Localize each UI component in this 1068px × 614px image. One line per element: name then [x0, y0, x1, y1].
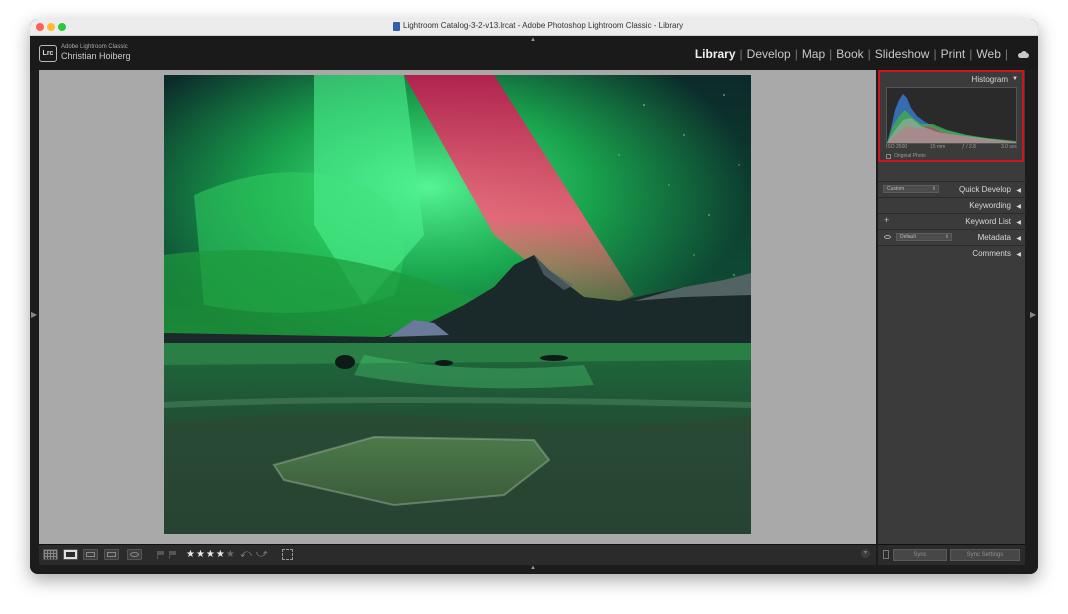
metadata-title: Metadata [977, 233, 1011, 242]
right-panel: Histogram ▼ ISO 2500 15 mm ƒ / 2.8 3.0 s… [878, 70, 1025, 544]
lrc-logo: Lrc [39, 45, 57, 62]
flag-reject-icon[interactable] [169, 551, 177, 559]
keyword-list-title: Keyword List [965, 217, 1011, 226]
sync-button[interactable]: Sync [893, 549, 947, 561]
module-print[interactable]: Print [941, 47, 966, 61]
compare-view-button[interactable] [83, 549, 98, 560]
module-separator: | [969, 47, 973, 61]
up-down-arrows-icon: ⇕ [944, 234, 949, 240]
zoom-window-button[interactable] [58, 23, 66, 31]
module-web[interactable]: Web [976, 47, 1000, 61]
histogram-shutter: 3.0 sec [1001, 144, 1018, 150]
auto-sync-switch[interactable] [883, 550, 889, 559]
aurora-photo-image [164, 75, 751, 534]
module-separator: | [1004, 47, 1008, 61]
add-keyword-icon[interactable]: + [884, 215, 889, 225]
survey-view-button[interactable] [104, 549, 119, 560]
module-separator: | [829, 47, 833, 61]
module-library[interactable]: Library [695, 47, 736, 61]
identity-user-name: Christian Hoiberg [61, 51, 131, 61]
module-book[interactable]: Book [836, 47, 863, 61]
histogram-panel: Histogram ▼ ISO 2500 15 mm ƒ / 2.8 3.0 s… [878, 70, 1024, 162]
rotate-left-icon[interactable]: ⤺ [240, 548, 252, 561]
rotate-right-icon[interactable]: ⤻ [256, 548, 268, 561]
catalog-document-icon [393, 22, 400, 31]
left-panel-edge: ▶ [30, 70, 39, 544]
comments-header[interactable]: Comments ◀ [878, 245, 1025, 261]
quick-develop-header[interactable]: Custom ⇕ Quick Develop ◀ [878, 181, 1025, 197]
histogram-focal-length: 15 mm [930, 144, 946, 150]
identity-plate-bar: ▲ Lrc Adobe Lightroom Classic Christian … [30, 36, 1038, 70]
loupe-view-button[interactable] [63, 549, 78, 560]
collapse-right-panel-icon[interactable]: ▶ [1030, 310, 1036, 319]
main-photo[interactable] [164, 75, 751, 534]
cloud-sync-icon[interactable] [1018, 50, 1029, 58]
window-title: Lightroom Catalog-3-2-v13.lrcat - Adobe … [403, 21, 684, 30]
flag-pick-icon[interactable] [157, 551, 165, 559]
histogram-iso: ISO 2500 [886, 144, 908, 150]
saved-preset-select[interactable]: Custom ⇕ [883, 185, 939, 193]
histogram-collapse-icon[interactable]: ▼ [1012, 76, 1018, 82]
keyword-list-collapse-icon[interactable]: ◀ [1016, 219, 1021, 226]
grid-view-button[interactable] [43, 549, 58, 560]
saved-preset-value: Custom [887, 186, 905, 192]
filmstrip-edge: ▲ [30, 565, 1038, 574]
quick-develop-collapse-icon[interactable]: ◀ [1016, 187, 1021, 194]
original-photo-checkbox[interactable] [886, 154, 891, 159]
loupe-view [39, 70, 876, 544]
module-slideshow[interactable]: Slideshow [875, 47, 930, 61]
module-separator: | [933, 47, 937, 61]
right-panel-edge: ▶ [1027, 70, 1038, 544]
title-bar: Lightroom Catalog-3-2-v13.lrcat - Adobe … [30, 19, 1038, 36]
metadata-header[interactable]: Default ⇕ Metadata ◀ [878, 229, 1025, 245]
quick-develop-title: Quick Develop [958, 185, 1011, 194]
expand-left-panel-icon[interactable]: ▶ [31, 310, 37, 319]
rating-star-empty: ★ [225, 549, 236, 560]
library-toolbar: ★★★★★ ⤺ ⤻ ▾ [39, 544, 876, 565]
rating-stars-filled: ★★★★ [186, 549, 226, 560]
app-name: Adobe Lightroom Classic [61, 44, 128, 50]
eye-icon[interactable] [884, 235, 891, 239]
module-picker: Library | Develop | Map | Book | Slidesh… [695, 47, 1029, 61]
minimize-window-button[interactable] [47, 23, 55, 31]
keywording-header[interactable]: Keywording ◀ [878, 197, 1025, 213]
keywording-collapse-icon[interactable]: ◀ [1016, 203, 1021, 210]
module-separator: | [739, 47, 743, 61]
sync-bar: Sync Sync Settings [878, 544, 1025, 565]
sync-settings-button[interactable]: Sync Settings [950, 549, 1020, 561]
metadata-collapse-icon[interactable]: ◀ [1016, 235, 1021, 242]
crop-overlay-icon[interactable] [282, 549, 293, 560]
up-down-arrows-icon: ⇕ [931, 186, 936, 192]
people-view-button[interactable] [127, 549, 142, 560]
module-separator: | [794, 47, 798, 61]
close-window-button[interactable] [36, 23, 44, 31]
module-develop[interactable]: Develop [747, 47, 791, 61]
original-photo-label: Original Photo [894, 153, 926, 159]
keywording-title: Keywording [969, 201, 1011, 210]
histogram-aperture: ƒ / 2.8 [962, 144, 976, 150]
histogram-title[interactable]: Histogram [972, 75, 1008, 84]
module-separator: | [867, 47, 871, 61]
metadata-preset-select[interactable]: Default ⇕ [896, 233, 952, 241]
expand-filmstrip-icon[interactable]: ▲ [530, 565, 536, 571]
toolbar-options-chevron-icon[interactable]: ▾ [861, 549, 870, 558]
star-rating[interactable]: ★★★★★ [186, 549, 236, 560]
keyword-list-header[interactable]: + Keyword List ◀ [878, 213, 1025, 229]
comments-title: Comments [972, 249, 1011, 258]
app-window: Lightroom Catalog-3-2-v13.lrcat - Adobe … [30, 19, 1038, 574]
metadata-preset-value: Default [900, 234, 916, 240]
module-map[interactable]: Map [802, 47, 825, 61]
histogram-graph[interactable] [886, 87, 1017, 144]
collapse-top-panel-icon[interactable]: ▲ [530, 37, 536, 43]
comments-collapse-icon[interactable]: ◀ [1016, 251, 1021, 258]
